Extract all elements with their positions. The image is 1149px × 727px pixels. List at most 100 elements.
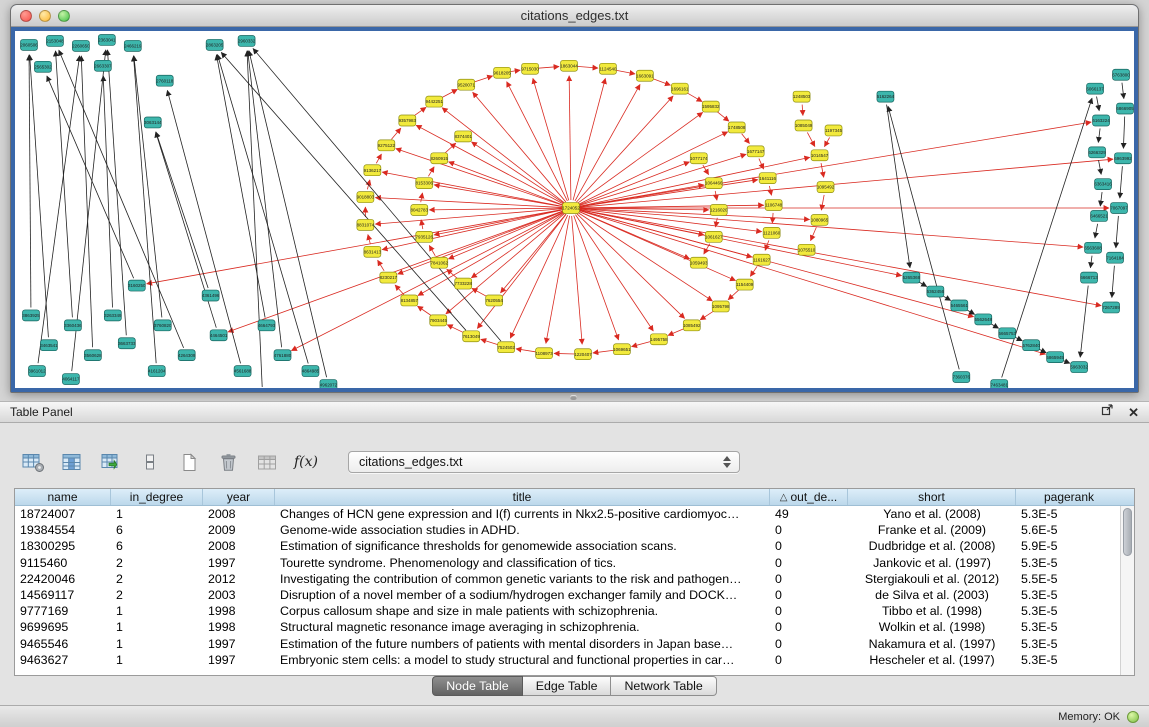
graph-node[interactable]: 8374401	[454, 131, 472, 142]
table-cell[interactable]: 5.5E-5	[1016, 572, 1122, 586]
graph-node[interactable]: 2863205	[206, 39, 224, 50]
table-cell[interactable]: 2008	[203, 539, 275, 553]
table-cell[interactable]: 5.3E-5	[1016, 604, 1122, 618]
table-cell[interactable]: Estimation of the future numbers of pati…	[275, 637, 770, 651]
table-cell[interactable]: 5.3E-5	[1016, 620, 1122, 634]
graph-node[interactable]: 7733228	[454, 278, 472, 289]
graph-node[interactable]: 1124540	[599, 63, 617, 74]
graph-node[interactable]: 4962072	[320, 380, 338, 388]
table-cell[interactable]: 22420046	[15, 572, 111, 586]
graph-node[interactable]: 4064117	[62, 374, 80, 385]
column-header-title[interactable]: title	[275, 489, 770, 505]
table-cell[interactable]: 2	[111, 588, 203, 602]
graph-node[interactable]: 3760820	[154, 320, 172, 331]
graph-node[interactable]: 1248503	[793, 91, 811, 102]
graph-node[interactable]: 5762840	[1022, 340, 1040, 351]
graph-node[interactable]: 1595832	[702, 101, 720, 112]
table-cell[interactable]: Structural magnetic resonance image aver…	[275, 620, 770, 634]
table-cell[interactable]: Yano et al. (2008)	[848, 507, 1016, 521]
graph-node[interactable]: 2565302	[34, 61, 52, 72]
graph-node[interactable]: 1154409	[736, 279, 754, 290]
table-cell[interactable]: 2012	[203, 572, 275, 586]
graph-node[interactable]: 1061627	[705, 231, 723, 242]
graph-node[interactable]: 4464501	[210, 330, 228, 341]
graph-node[interactable]: 1077174	[690, 153, 708, 164]
graph-node[interactable]: 7267289	[1102, 302, 1120, 313]
table-cell[interactable]: 1997	[203, 556, 275, 570]
table-row[interactable]: 977716911998Corpus callosum shape and si…	[15, 603, 1134, 619]
table-cell[interactable]: 18724007	[15, 507, 111, 521]
graph-node[interactable]: 8230217	[380, 272, 398, 283]
table-cell[interactable]: Tibbo et al. (1998)	[848, 604, 1016, 618]
graph-node[interactable]: 1216020	[710, 205, 728, 216]
tab-node-table[interactable]: Node Table	[432, 676, 522, 696]
graph-node[interactable]: 8134857	[401, 295, 419, 306]
table-cell[interactable]: 2	[111, 572, 203, 586]
graph-node[interactable]: 8153306	[416, 178, 434, 189]
graph-node[interactable]: 6763800	[1112, 69, 1130, 80]
column-visibility-icon[interactable]	[59, 449, 85, 475]
graph-node[interactable]: 1863044	[560, 60, 578, 71]
graph-node[interactable]: 1641116	[759, 173, 776, 184]
graph-node[interactable]: 1059493	[690, 257, 708, 268]
create-column-icon[interactable]	[176, 449, 202, 475]
graph-node[interactable]: 6163224	[1092, 115, 1110, 126]
table-selector-dropdown[interactable]: citations_edges.txt	[348, 451, 740, 473]
graph-node[interactable]: 4761880	[274, 350, 292, 361]
column-header-year[interactable]: year	[203, 489, 275, 505]
graph-node[interactable]: 2260650	[72, 40, 90, 51]
graph-node[interactable]: 3863925	[22, 310, 40, 321]
graph-node[interactable]: 7164184	[1106, 252, 1124, 263]
table-cell[interactable]: 5.3E-5	[1016, 507, 1122, 521]
row-height-icon[interactable]	[137, 449, 163, 475]
graph-node[interactable]: 6266329	[1088, 147, 1106, 158]
graph-node[interactable]: 5865945	[1046, 352, 1064, 363]
table-cell[interactable]: 5.6E-5	[1016, 523, 1122, 537]
graph-node[interactable]: 3560628	[84, 350, 102, 361]
graph-node[interactable]: 6466521	[1090, 210, 1108, 221]
table-cell[interactable]: 1997	[203, 653, 275, 667]
graph-node[interactable]: 5665753	[999, 328, 1017, 339]
graph-node[interactable]: 8831074	[357, 219, 375, 230]
table-cell[interactable]: 9463627	[15, 653, 111, 667]
table-cell[interactable]: Changes of HCN gene expression and I(f) …	[275, 507, 770, 521]
table-cell[interactable]: 0	[770, 588, 848, 602]
graph-node[interactable]: 1014547	[811, 150, 829, 161]
table-cell[interactable]: 1	[111, 507, 203, 521]
table-cell[interactable]: 9699695	[15, 620, 111, 634]
table-cell[interactable]: 5.3E-5	[1016, 637, 1122, 651]
table-row[interactable]: 1830029562008Estimation of significance …	[15, 538, 1134, 554]
table-cell[interactable]: Investigating the contribution of common…	[275, 572, 770, 586]
table-cell[interactable]: 2008	[203, 507, 275, 521]
table-cell[interactable]: Genome-wide association studies in ADHD.	[275, 523, 770, 537]
table-cell[interactable]: 0	[770, 653, 848, 667]
graph-node[interactable]: 2760118	[156, 75, 174, 86]
graph-node[interactable]: 5465561	[951, 300, 969, 311]
graph-node[interactable]: 7841062	[431, 257, 449, 268]
memory-ok-led-icon[interactable]	[1127, 711, 1139, 723]
table-cell[interactable]: 18300295	[15, 539, 111, 553]
graph-node[interactable]: 5162264	[877, 91, 895, 102]
window-titlebar[interactable]: citations_edges.txt	[11, 5, 1138, 27]
table-row[interactable]: 969969511998Structural magnetic resonanc…	[15, 619, 1134, 635]
table-cell[interactable]: 1	[111, 653, 203, 667]
table-cell[interactable]: 2009	[203, 523, 275, 537]
table-cell[interactable]: Hescheler et al. (1997)	[848, 653, 1016, 667]
graph-node[interactable]: 5963032	[1070, 362, 1088, 373]
tab-edge-table[interactable]: Edge Table	[523, 676, 612, 696]
graph-node[interactable]: 4864985	[302, 366, 320, 377]
graph-node[interactable]: 1495758	[650, 334, 668, 345]
column-header-short[interactable]: short	[848, 489, 1016, 505]
table-row[interactable]: 1872400712008Changes of HCN gene express…	[15, 506, 1134, 522]
table-cell[interactable]: Tourette syndrome. Phenomenology and cla…	[275, 556, 770, 570]
table-cell[interactable]: 9777169	[15, 604, 111, 618]
table-scrollbar[interactable]	[1120, 506, 1134, 675]
graph-node[interactable]: 1724052	[562, 203, 580, 214]
table-cell[interactable]: 9465546	[15, 637, 111, 651]
graph-node[interactable]: 1748508	[728, 122, 746, 133]
graph-node[interactable]: 1677147	[747, 146, 765, 157]
table-cell[interactable]: 49	[770, 507, 848, 521]
graph-node[interactable]: 1197345	[825, 125, 843, 136]
table-cell[interactable]: de Silva et al. (2003)	[848, 588, 1016, 602]
column-header-name[interactable]: name	[15, 489, 111, 505]
